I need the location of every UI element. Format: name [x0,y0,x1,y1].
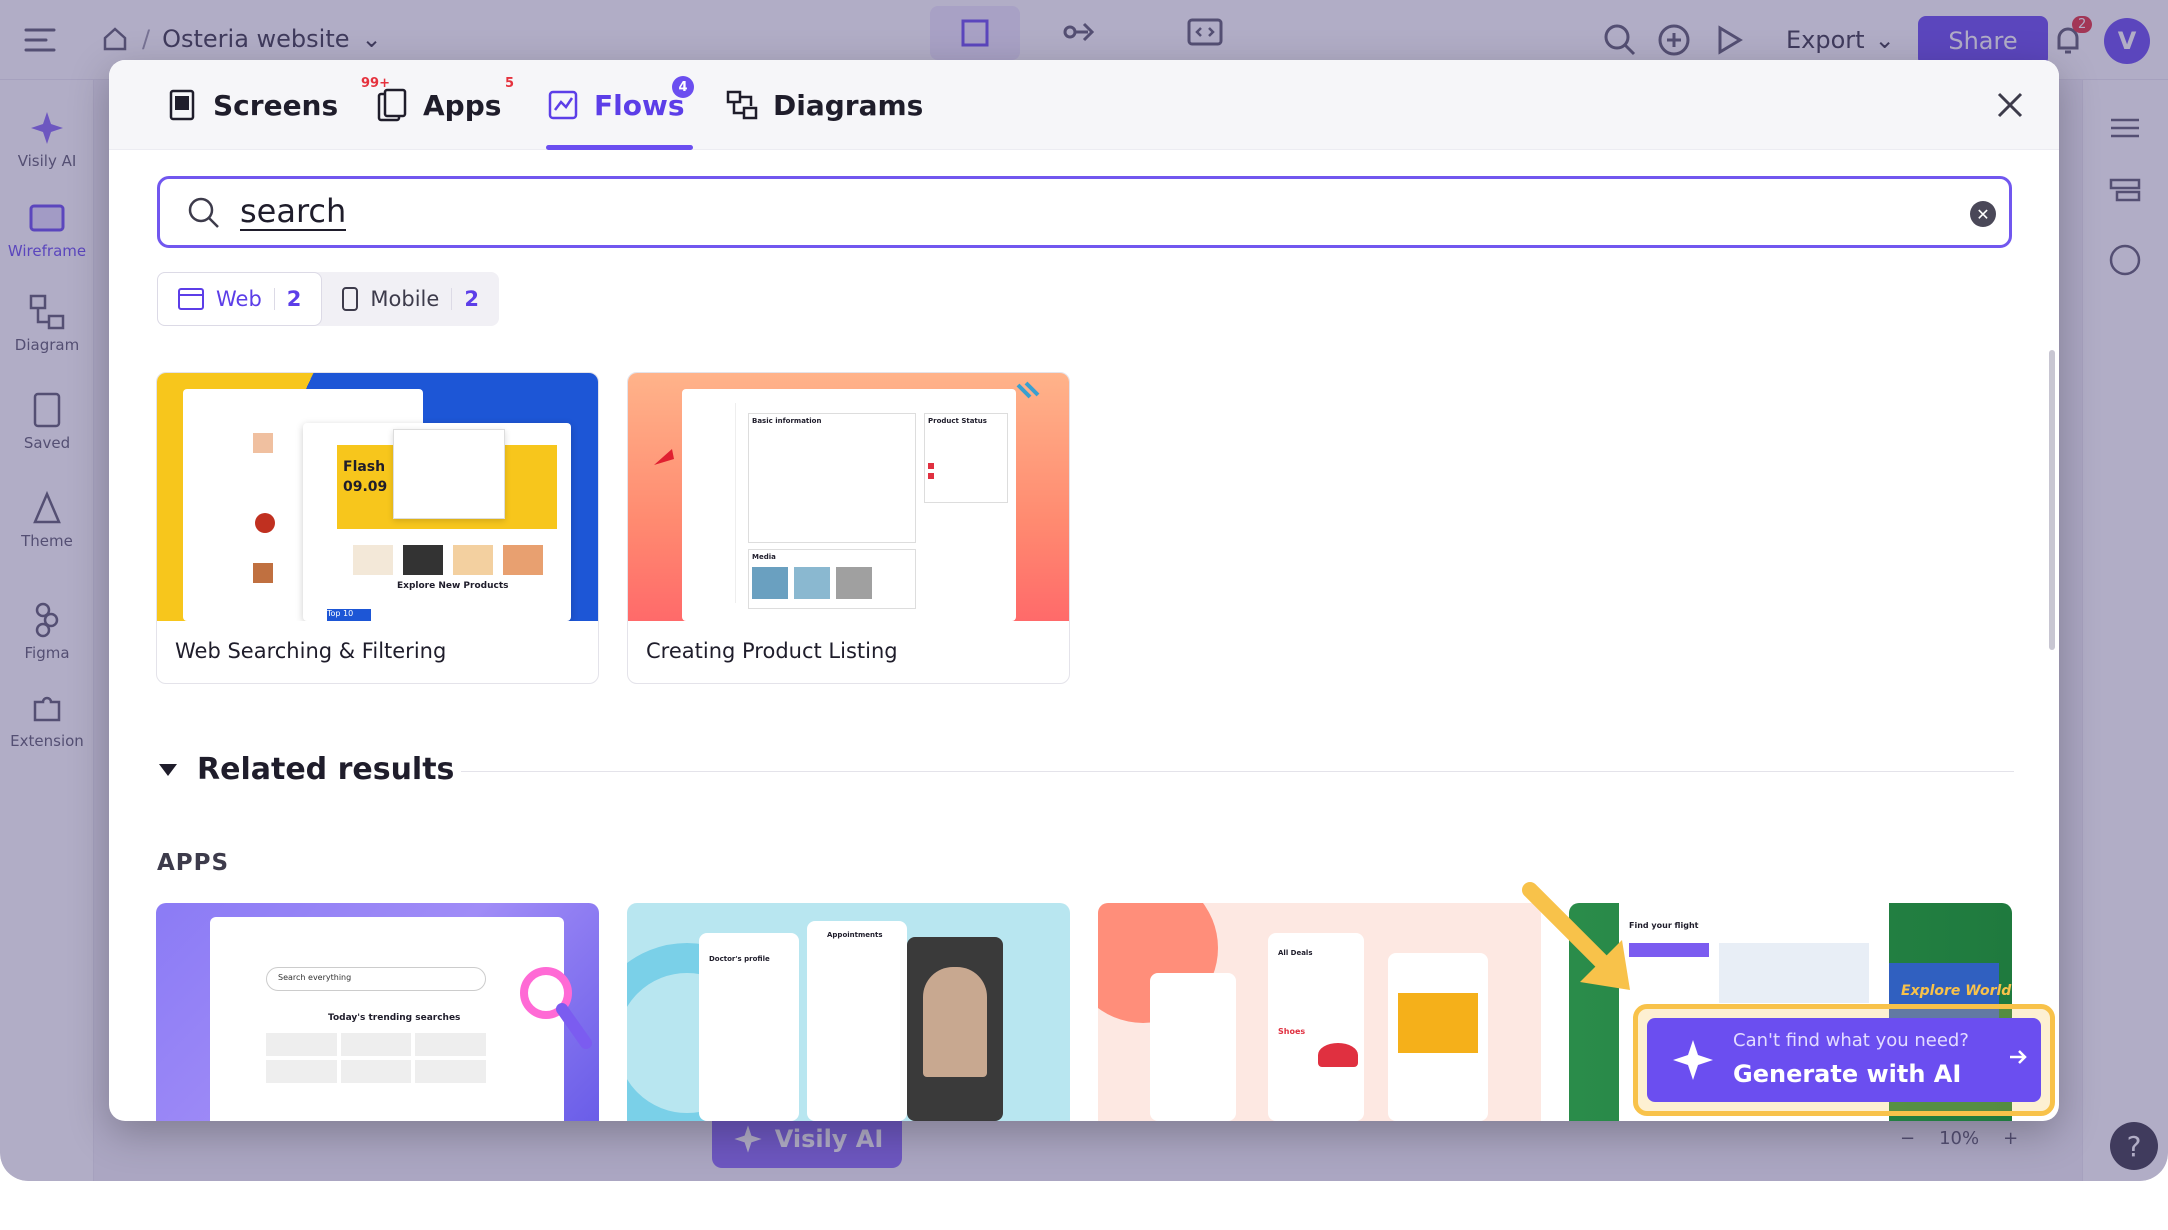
browser-icon [178,288,204,310]
diagram-icon [726,90,758,120]
thumb-text: Appointments [827,931,883,939]
scrollbar-thumb[interactable] [2049,350,2055,650]
tab-label: Flows [594,88,685,122]
search-value[interactable]: search [240,193,347,231]
result-thumbnail: Flash 09.09 Explore New Products Top 10 [157,373,598,621]
platform-filters: Web 2 Mobile 2 [157,272,499,326]
thumb-text: All Deals [1278,949,1313,957]
result-card-web-searching[interactable]: Flash 09.09 Explore New Products Top 10 … [156,372,599,684]
tab-label: Screens [213,88,339,122]
tab-badge: 5 [505,76,515,91]
thumb-text: Explore World [1901,983,2012,999]
thumb-text: Shoes [1278,1027,1306,1036]
template-browser-modal: Screens 99+ Apps 5 Flows 4 Diagrams sear… [109,60,2059,1121]
decoration-icon [1016,381,1040,399]
close-icon[interactable] [1993,88,2027,122]
screen-icon [169,89,195,121]
filter-label: Web [216,287,262,311]
generate-ai-prompt: Can't find what you need? [1733,1030,1969,1051]
magnifier-icon [520,967,592,1049]
tab-diagrams[interactable]: Diagrams [725,60,923,150]
cursor-arrow-icon [654,449,674,465]
app-card-doctor-appointments[interactable]: Doctor's profile Appointments [627,903,1070,1121]
filter-count: 2 [464,287,479,311]
modal-header: Screens 99+ Apps 5 Flows 4 Diagrams [109,60,2059,150]
related-results-toggle[interactable]: Related results [157,752,454,787]
tab-label: Apps [423,88,502,122]
generate-ai-highlight: Can't find what you need? Generate with … [1633,1004,2055,1116]
app-card-search-engine[interactable]: Search everything Today's trending searc… [156,903,599,1121]
thumb-text: Today's trending searches [328,1013,461,1023]
tab-screens[interactable]: Screens 99+ [165,60,390,150]
flows-icon [548,90,578,120]
thumb-text: Flash [343,459,386,475]
caret-down-icon [159,763,177,776]
search-input[interactable]: search ✕ [157,176,2012,248]
thumb-text: Top 10 [327,609,371,621]
result-title: Creating Product Listing [646,639,898,663]
thumb-text: Product Status [928,417,987,425]
thumb-text: Explore New Products [397,581,509,591]
filter-web[interactable]: Web 2 [157,272,323,326]
result-thumbnail: Basic information Product Status Media [628,373,1069,621]
app-card-ecommerce-deals[interactable]: All Deals Shoes [1098,903,1541,1121]
result-title: Web Searching & Filtering [175,639,447,663]
generate-ai-action: Generate with AI [1733,1060,1962,1088]
thumb-text: Media [752,553,776,561]
tab-label: Diagrams [773,88,924,122]
thumb-text: 09.09 [343,479,388,495]
sparkle-icon [1673,1040,1713,1080]
filter-label: Mobile [370,287,440,311]
pointer-arrow-icon [1522,882,1630,990]
generate-with-ai-button[interactable]: Can't find what you need? Generate with … [1647,1018,2041,1102]
arrow-right-icon [2010,1050,2027,1064]
thumb-text: Basic information [752,417,822,425]
apps-section-label: APPS [157,850,230,876]
section-title-label: Related results [197,752,455,787]
clear-search-button[interactable]: ✕ [1970,201,1996,227]
result-card-creating-product-listing[interactable]: Basic information Product Status Media C… [627,372,1070,684]
tab-apps[interactable]: Apps 5 [375,60,514,150]
tab-badge: 4 [672,76,694,98]
search-icon [188,197,219,228]
filter-count: 2 [286,287,302,311]
apps-icon [377,88,407,122]
thumb-text: Search everything [278,973,352,982]
tab-flows[interactable]: Flows 4 [546,60,694,150]
thumb-text: Doctor's profile [709,955,770,963]
filter-mobile[interactable]: Mobile 2 [322,272,499,326]
section-divider [461,771,2014,772]
mobile-icon [342,287,359,311]
